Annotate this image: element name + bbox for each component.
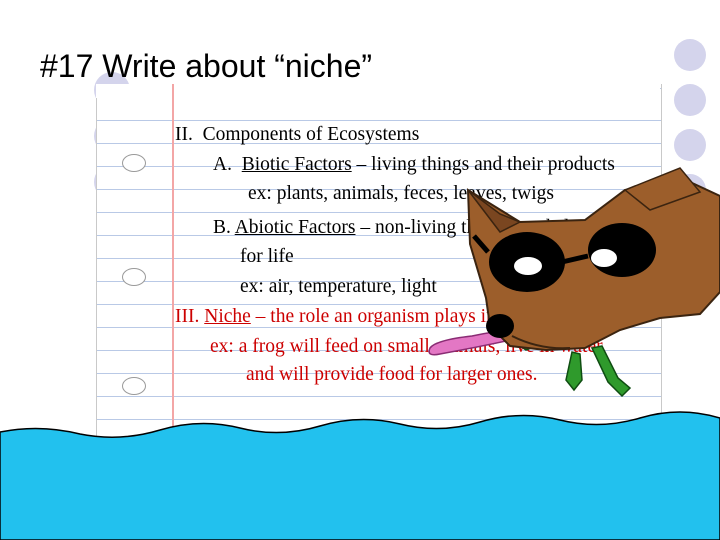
water-wave-icon xyxy=(0,411,720,540)
